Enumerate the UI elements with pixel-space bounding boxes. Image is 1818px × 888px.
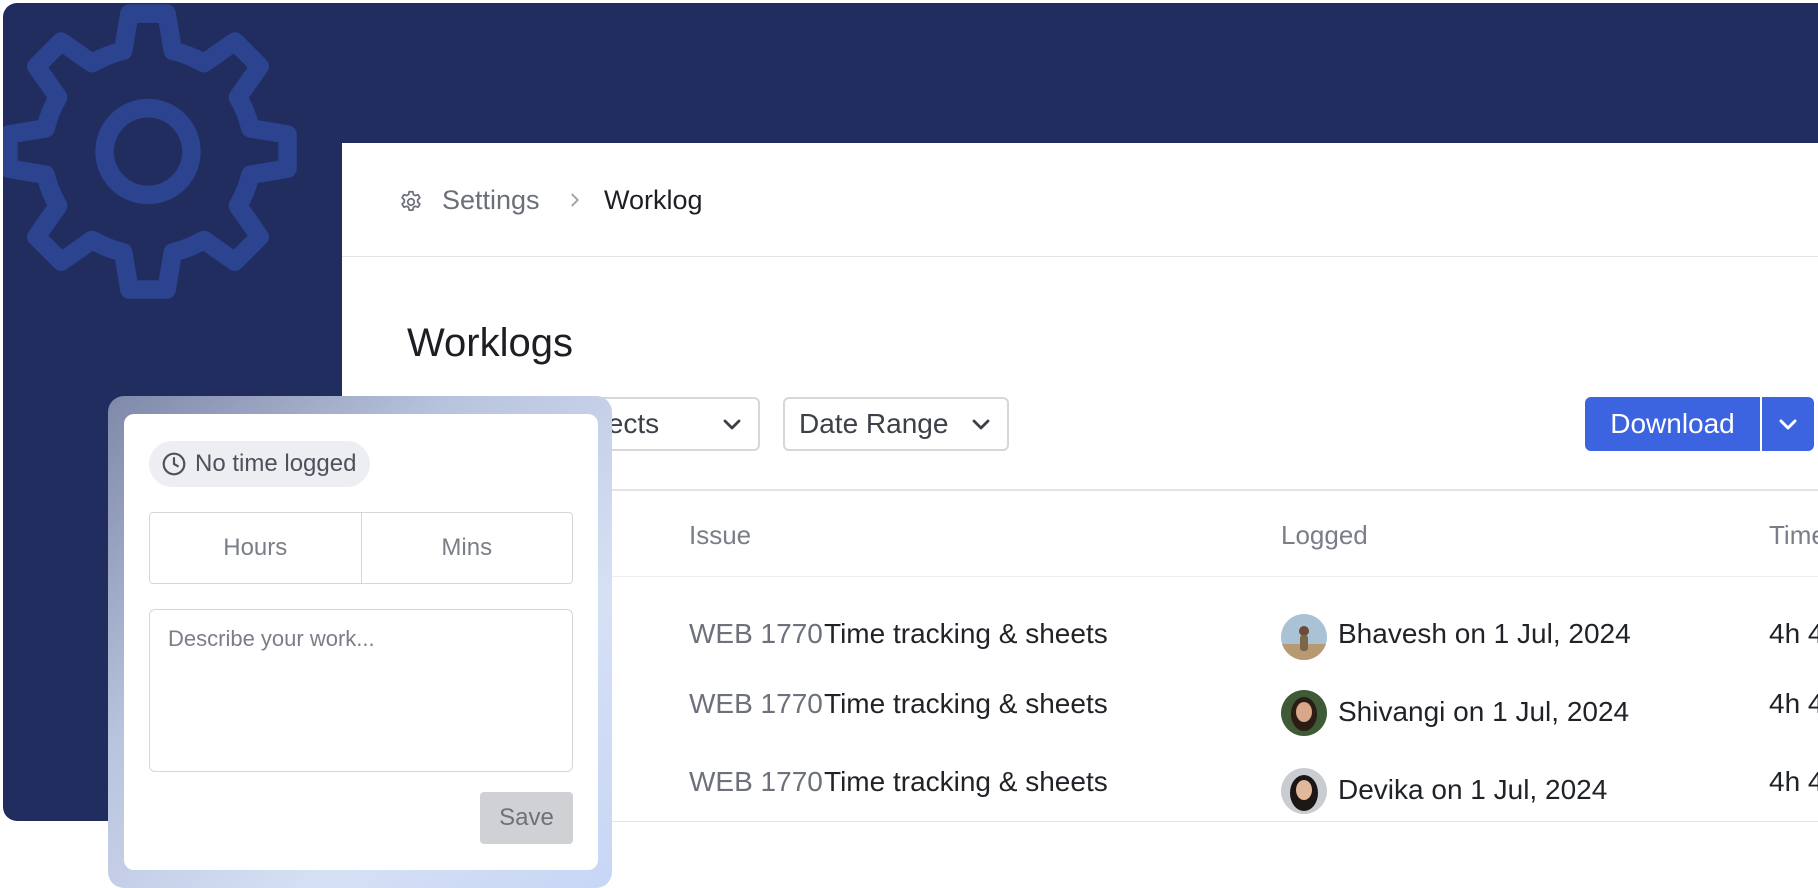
log-time-popup: No time logged Hours Mins Describe your … (124, 414, 598, 870)
breadcrumb: Settings Worklog (342, 143, 1818, 257)
avatar (1281, 768, 1327, 814)
app-stage: Settings Worklog Worklogs Projects Date … (0, 0, 1818, 888)
issue-key[interactable]: WEB 1770 (689, 688, 823, 720)
chevron-down-icon (1779, 419, 1797, 430)
chevron-down-icon (723, 419, 741, 430)
date-range-filter[interactable]: Date Range (783, 397, 1009, 451)
date-range-filter-label: Date Range (799, 408, 949, 439)
download-options-button[interactable] (1760, 397, 1814, 451)
time-logged: 4h 45m (1769, 688, 1818, 719)
breadcrumb-settings-link[interactable]: Settings (442, 185, 540, 216)
chevron-right-icon (571, 193, 579, 207)
download-split-button: Download (1585, 397, 1814, 451)
time-input-group: Hours Mins (149, 512, 573, 584)
avatar (1281, 690, 1327, 736)
description-textarea[interactable]: Describe your work... (149, 609, 573, 772)
hours-input[interactable]: Hours (150, 513, 362, 583)
issue-title[interactable]: Time tracking & sheets (824, 688, 1108, 720)
status-badge-label: No time logged (195, 450, 357, 477)
logged-by: Shivangi on 1 Jul, 2024 (1338, 696, 1630, 727)
clock-icon (162, 452, 186, 476)
settings-gear-icon (401, 190, 421, 211)
breadcrumb-current: Worklog (604, 185, 703, 215)
issue-key[interactable]: WEB 1770 (689, 618, 823, 650)
chevron-down-icon (972, 419, 990, 430)
logged-by: Bhavesh on 1 Jul, 2024 (1338, 618, 1631, 649)
download-button[interactable]: Download (1585, 397, 1760, 451)
column-header-time[interactable]: Time (1769, 520, 1818, 551)
column-header-issue[interactable]: Issue (689, 520, 751, 551)
issue-title[interactable]: Time tracking & sheets (824, 618, 1108, 650)
page-title: Worklogs (407, 321, 573, 365)
column-header-logged[interactable]: Logged (1281, 520, 1368, 551)
time-logged: 4h 45m (1769, 766, 1818, 797)
status-badge: No time logged (149, 441, 371, 487)
logged-by: Devika on 1 Jul, 2024 (1338, 774, 1608, 805)
issue-title[interactable]: Time tracking & sheets (824, 766, 1108, 798)
issue-key[interactable]: WEB 1770 (689, 766, 823, 798)
avatar (1281, 614, 1327, 660)
time-logged: 4h 45m (1769, 618, 1818, 649)
gear-icon (3, 4, 297, 299)
mins-input[interactable]: Mins (362, 513, 573, 583)
save-button[interactable]: Save (480, 792, 573, 844)
